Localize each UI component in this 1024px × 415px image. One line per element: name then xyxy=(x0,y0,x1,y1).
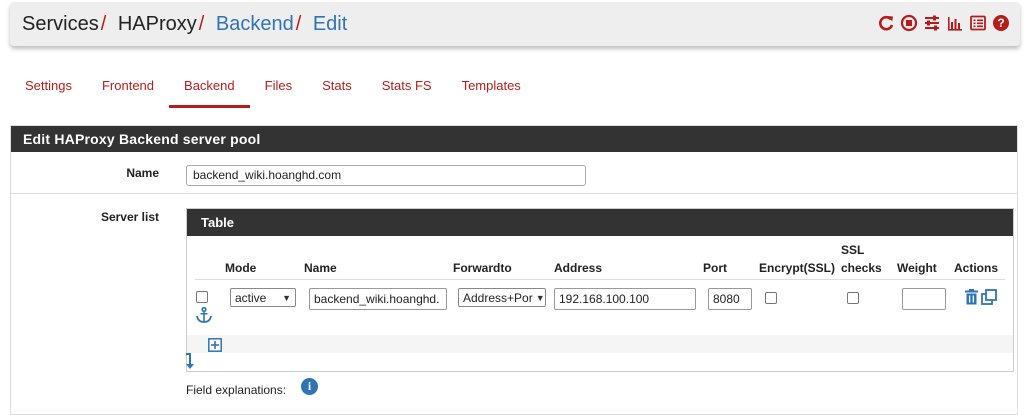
svg-text:?: ? xyxy=(997,16,1004,30)
table-heading: Table xyxy=(187,209,1013,236)
chart-icon[interactable] xyxy=(946,14,964,32)
column-header-port: Port xyxy=(703,261,727,275)
help-icon[interactable]: ? xyxy=(992,14,1010,32)
tab-stats-fs[interactable]: Stats FS xyxy=(367,70,447,105)
name-input[interactable]: backend_wiki.hoanghd.com xyxy=(186,165,586,186)
tab-files[interactable]: Files xyxy=(250,70,307,105)
move-row-arrow-icon[interactable] xyxy=(185,352,195,370)
breadcrumb: Services / HAProxy / Backend / Edit xyxy=(22,13,347,36)
column-header-encrypt-ssl: Encrypt(SSL) xyxy=(759,261,836,275)
row-select-checkbox[interactable] xyxy=(196,291,208,303)
panel-heading: Edit HAProxy Backend server pool xyxy=(11,126,1017,152)
trash-icon[interactable] xyxy=(964,289,979,305)
mode-select-value: active xyxy=(235,290,267,305)
server-list-label: Server list xyxy=(100,210,159,224)
info-icon[interactable]: i xyxy=(301,378,318,395)
port-input[interactable]: 8080 xyxy=(708,288,752,310)
header-divider xyxy=(195,279,1005,280)
add-row-bar xyxy=(187,335,1013,353)
address-input[interactable]: 192.168.100.100 xyxy=(554,288,696,310)
column-header-address: Address xyxy=(554,261,603,275)
forwardto-select-value: Address+Por xyxy=(463,290,533,305)
breadcrumb-separator: / xyxy=(100,13,107,35)
header-icons: ? xyxy=(877,14,1010,32)
copy-icon[interactable] xyxy=(981,289,997,305)
column-header-mode: Mode xyxy=(225,261,257,275)
breadcrumb-services: Services xyxy=(22,13,99,35)
breadcrumb-haproxy: HAProxy xyxy=(117,13,197,35)
page-header: Services / HAProxy / Backend / Edit ? xyxy=(10,2,1020,46)
list-icon[interactable] xyxy=(969,14,987,32)
anchor-icon[interactable] xyxy=(195,307,213,323)
name-row: Name backend_wiki.hoanghd.com xyxy=(11,152,1017,194)
column-header-name: Name xyxy=(304,261,337,275)
tab-backend[interactable]: Backend xyxy=(169,70,250,108)
column-header-forwardto: Forwardto xyxy=(453,261,512,275)
backend-edit-panel: Edit HAProxy Backend server pool Name ba… xyxy=(10,125,1018,415)
reload-icon[interactable] xyxy=(877,14,895,32)
chevron-down-icon: ▼ xyxy=(282,292,291,303)
add-row-icon[interactable] xyxy=(208,338,222,352)
mode-select[interactable]: active ▼ xyxy=(230,288,296,307)
column-header-actions: Actions xyxy=(954,261,999,275)
encrypt-ssl-checkbox[interactable] xyxy=(765,292,777,304)
tab-templates[interactable]: Templates xyxy=(447,70,536,105)
ssl-checks-checkbox[interactable] xyxy=(847,292,859,304)
forwardto-select[interactable]: Address+Por ▼ xyxy=(458,288,546,307)
stop-icon[interactable] xyxy=(900,14,918,32)
weight-input[interactable] xyxy=(902,288,946,310)
server-name-input[interactable]: backend_wiki.hoanghd. xyxy=(309,288,447,310)
field-explanations-label: Field explanations: xyxy=(186,383,287,397)
tab-bar: Settings Frontend Backend Files Stats St… xyxy=(10,70,536,108)
column-header-ssl-checks-line1: SSL xyxy=(841,243,865,257)
tab-frontend[interactable]: Frontend xyxy=(87,70,169,105)
name-label: Name xyxy=(126,166,159,180)
column-header-weight: Weight xyxy=(897,261,937,275)
chevron-down-icon: ▼ xyxy=(535,292,545,303)
breadcrumb-backend-link[interactable]: Backend xyxy=(216,13,294,35)
breadcrumb-separator: / xyxy=(295,13,302,35)
tab-settings[interactable]: Settings xyxy=(10,70,87,105)
tab-stats[interactable]: Stats xyxy=(307,70,367,105)
breadcrumb-edit-link[interactable]: Edit xyxy=(313,13,347,35)
server-list-table: Table Mode Name Forwardto Address Port E… xyxy=(186,208,1014,372)
column-header-ssl-checks-line2: checks xyxy=(841,261,882,275)
breadcrumb-separator: / xyxy=(198,13,205,35)
settings-sliders-icon[interactable] xyxy=(923,14,941,32)
